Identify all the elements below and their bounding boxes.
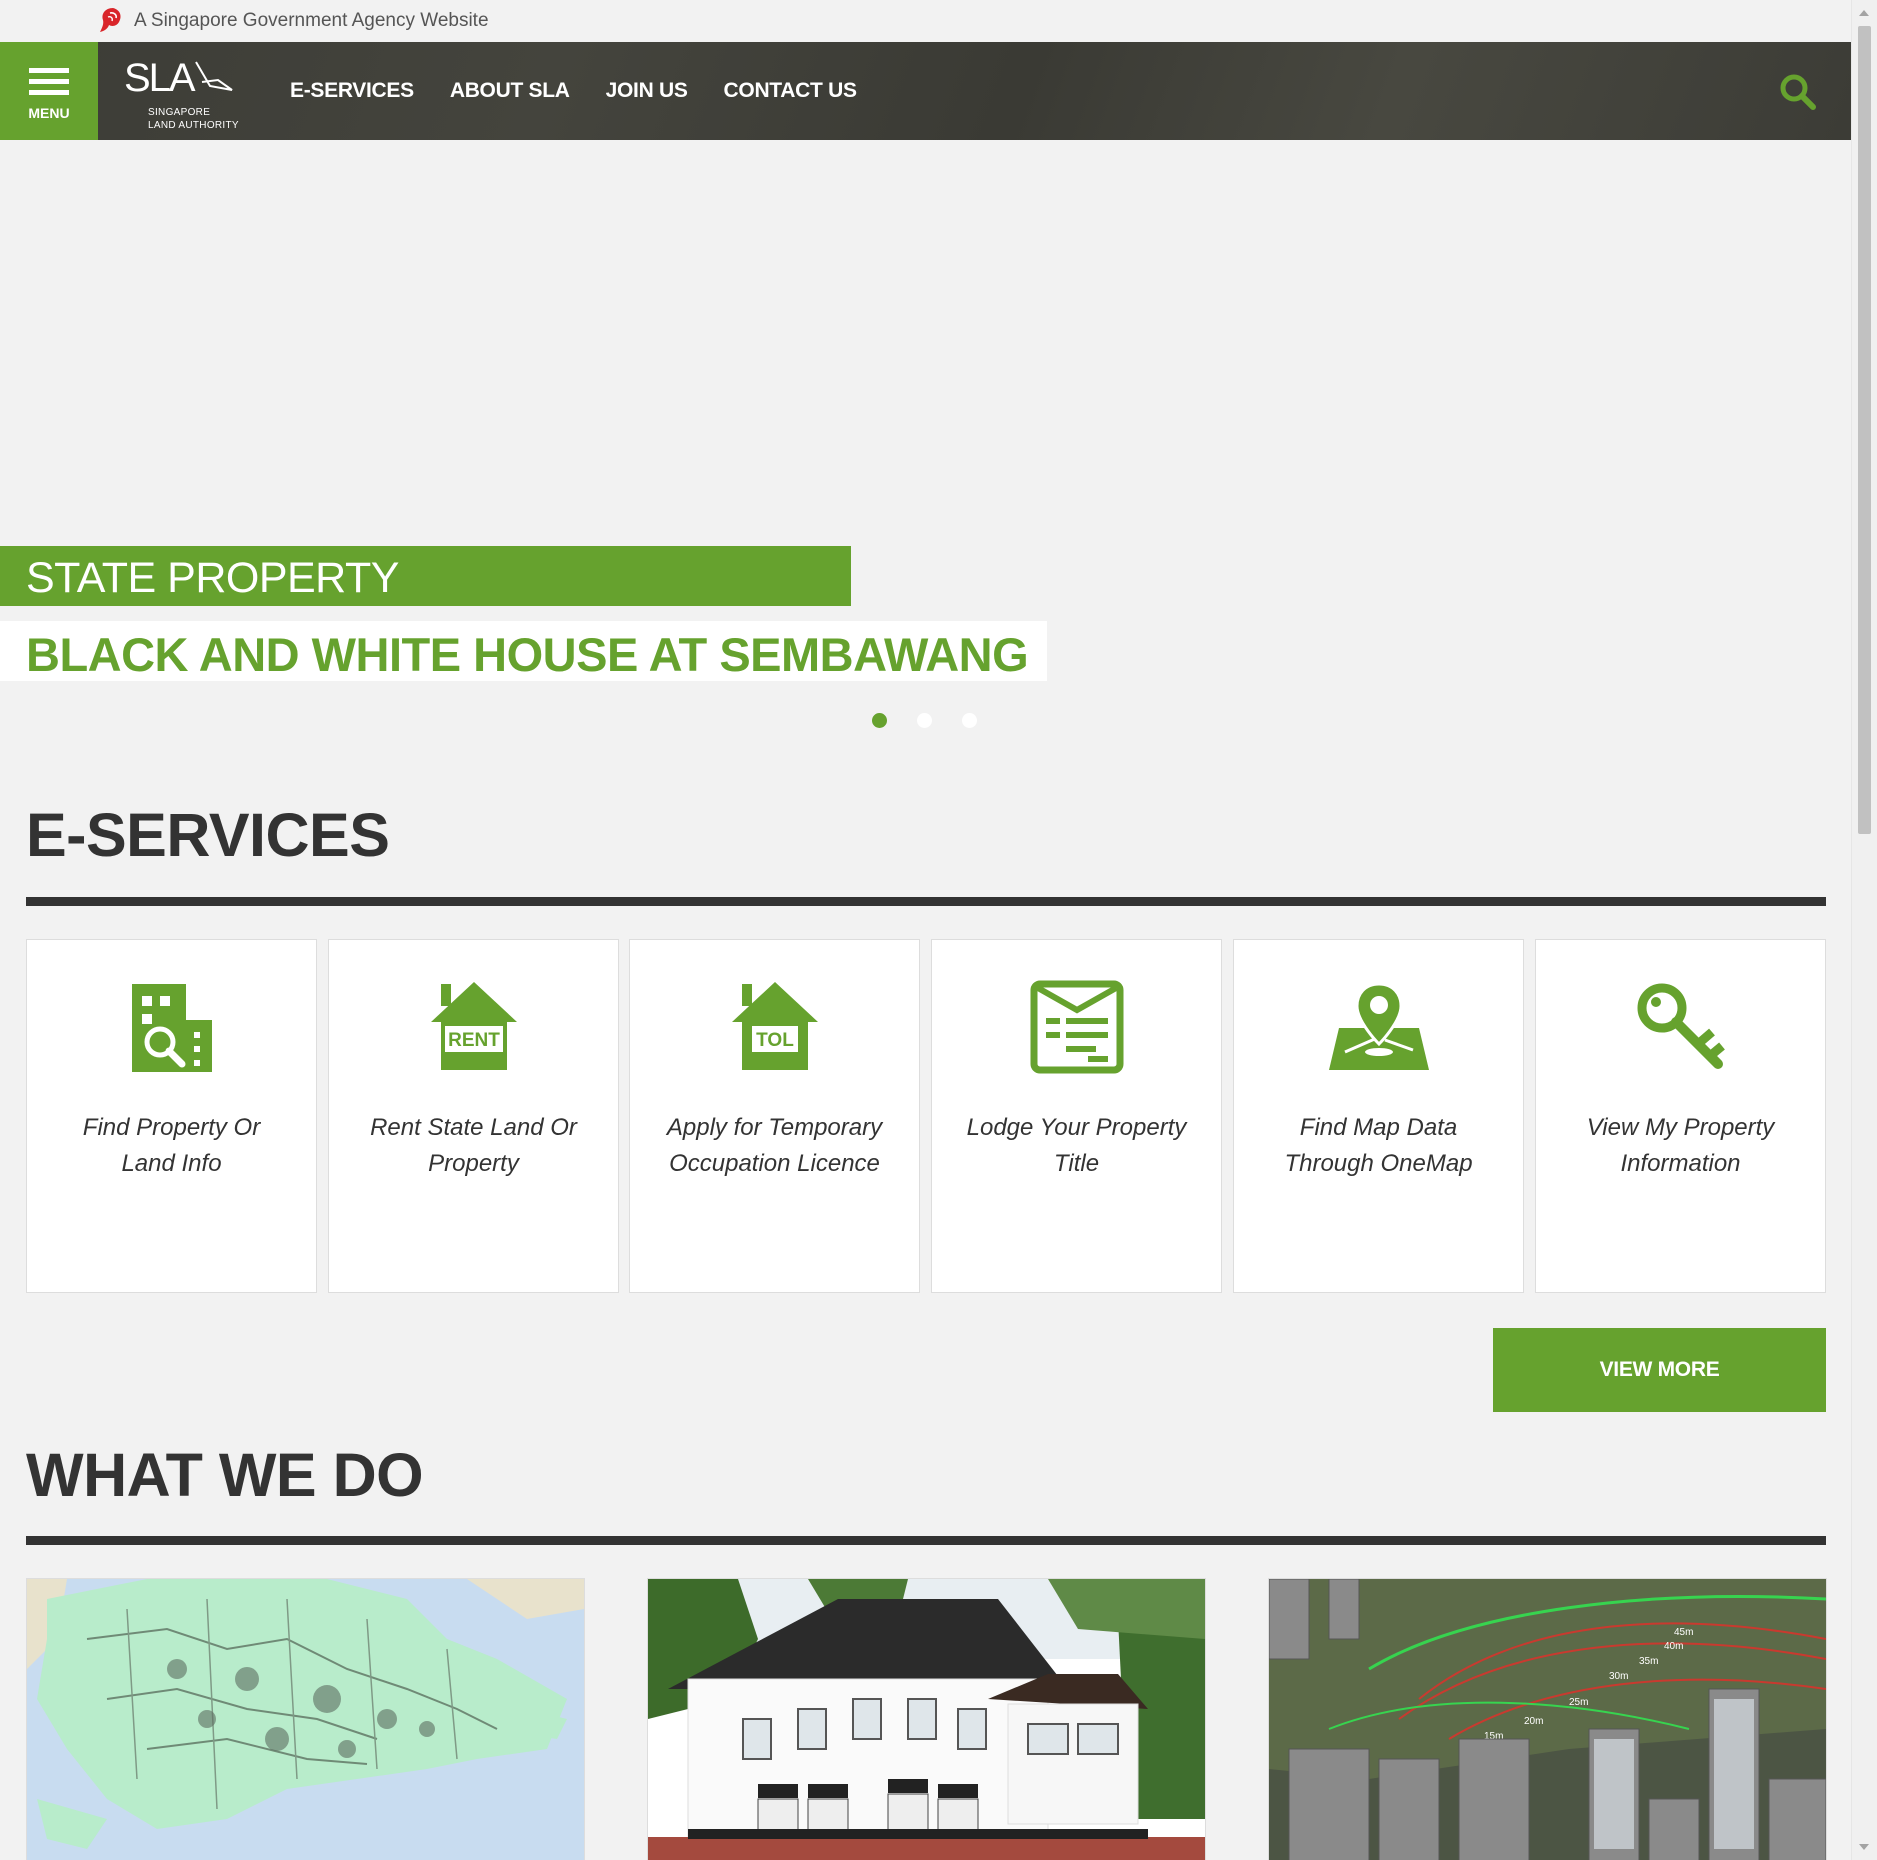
- logo-mark-icon: [195, 61, 233, 91]
- building-search-icon: [131, 984, 212, 1072]
- vertical-scrollbar[interactable]: [1851, 0, 1877, 1860]
- eservice-card-rent-state-land[interactable]: RENT Rent State Land Or Property: [328, 939, 619, 1293]
- carousel-dot-1[interactable]: [872, 713, 887, 728]
- scroll-down-arrow-icon[interactable]: [1859, 1844, 1869, 1850]
- hero-title: BLACK AND WHITE HOUSE AT SEMBAWANG: [26, 628, 1029, 681]
- scroll-up-arrow-icon[interactable]: [1859, 10, 1869, 16]
- eservice-card-onemap[interactable]: Find Map Data Through OneMap: [1233, 939, 1524, 1293]
- eservice-label: View My Property Information: [1586, 1114, 1775, 1177]
- nav-eservices[interactable]: E-SERVICES: [290, 79, 414, 103]
- eservice-card-apply-tol[interactable]: TOL Apply for Temporary Occupation Licen…: [629, 939, 920, 1293]
- hero-carousel: STATE PROPERTY BLACK AND WHITE HOUSE AT …: [0, 140, 1852, 740]
- menu-button[interactable]: MENU: [0, 42, 98, 140]
- eservices-heading: E-SERVICES: [26, 801, 390, 869]
- site-header: MENU SLA SINGAPORE LAND AUTHORITY E-SERV…: [0, 42, 1852, 140]
- hero-category: STATE PROPERTY: [26, 554, 399, 602]
- contour-label: 30m: [1609, 1671, 1628, 1682]
- hero-title-banner[interactable]: BLACK AND WHITE HOUSE AT SEMBAWANG: [0, 621, 1047, 681]
- eservice-label: Apply for Temporary Occupation Licence: [666, 1114, 883, 1177]
- what-we-do-heading: WHAT WE DO: [26, 1441, 424, 1509]
- eservice-label: Rent State Land Or Property: [370, 1114, 577, 1177]
- contour-label: 45m: [1674, 1627, 1693, 1638]
- scrollbar-thumb[interactable]: [1858, 26, 1871, 834]
- contour-label: 25m: [1569, 1697, 1588, 1708]
- search-icon[interactable]: [1778, 72, 1818, 112]
- contour-label: 35m: [1639, 1656, 1658, 1667]
- key-icon: [1637, 983, 1725, 1069]
- main-nav: E-SERVICES ABOUT SLA JOIN US CONTACT US: [290, 42, 893, 140]
- tol-house-icon: TOL: [731, 982, 818, 1070]
- hamburger-icon: [29, 68, 69, 101]
- what-we-do-3d-map-image[interactable]: 45m 40m 35m 30m 25m 20m 15m: [1268, 1578, 1827, 1860]
- logo-line1: SINGAPORE: [148, 107, 211, 118]
- eservice-card-find-property[interactable]: Find Property Or Land Info: [26, 939, 317, 1293]
- contour-label: 40m: [1664, 1641, 1683, 1652]
- what-we-do-house-image[interactable]: [647, 1578, 1206, 1860]
- rent-house-icon: RENT: [430, 982, 517, 1070]
- eservices-divider: [26, 897, 1826, 906]
- map-pin-icon: [1328, 982, 1429, 1070]
- gov-masthead-text: A Singapore Government Agency Website: [134, 10, 489, 31]
- what-we-do-divider: [26, 1536, 1826, 1545]
- logo-line2: LAND AUTHORITY: [148, 120, 239, 131]
- eservice-card-lodge-title[interactable]: Lodge Your Property Title: [931, 939, 1222, 1293]
- hero-category-banner: STATE PROPERTY: [0, 546, 851, 606]
- rent-badge: RENT: [448, 1030, 500, 1051]
- menu-label: MENU: [28, 105, 70, 121]
- what-we-do-map-image[interactable]: [26, 1578, 585, 1860]
- page: A Singapore Government Agency Website ME…: [0, 0, 1852, 1860]
- eservice-label: Lodge Your Property Title: [966, 1114, 1187, 1177]
- contour-label: 20m: [1524, 1716, 1543, 1727]
- lion-head-icon: [100, 8, 121, 32]
- eservices-cards: Find Property Or Land Info RENT Rent Sta…: [26, 939, 1826, 1293]
- tol-badge: TOL: [756, 1030, 794, 1051]
- nav-about-sla[interactable]: ABOUT SLA: [450, 79, 570, 103]
- carousel-dot-2[interactable]: [917, 713, 932, 728]
- eservice-label: Find Map Data Through OneMap: [1284, 1114, 1473, 1177]
- view-more-button[interactable]: VIEW MORE: [1493, 1328, 1826, 1412]
- sla-logo[interactable]: SLA SINGAPORE LAND AUTHORITY: [122, 50, 242, 132]
- nav-contact-us[interactable]: CONTACT US: [724, 79, 857, 103]
- gov-masthead: A Singapore Government Agency Website: [0, 0, 1852, 42]
- carousel-dot-3[interactable]: [962, 713, 977, 728]
- nav-join-us[interactable]: JOIN US: [606, 79, 688, 103]
- document-envelope-icon: [1030, 980, 1123, 1074]
- eservice-card-view-property-info[interactable]: View My Property Information: [1535, 939, 1826, 1293]
- eservice-label: Find Property Or Land Info: [82, 1114, 261, 1177]
- carousel-dots: [872, 713, 1007, 728]
